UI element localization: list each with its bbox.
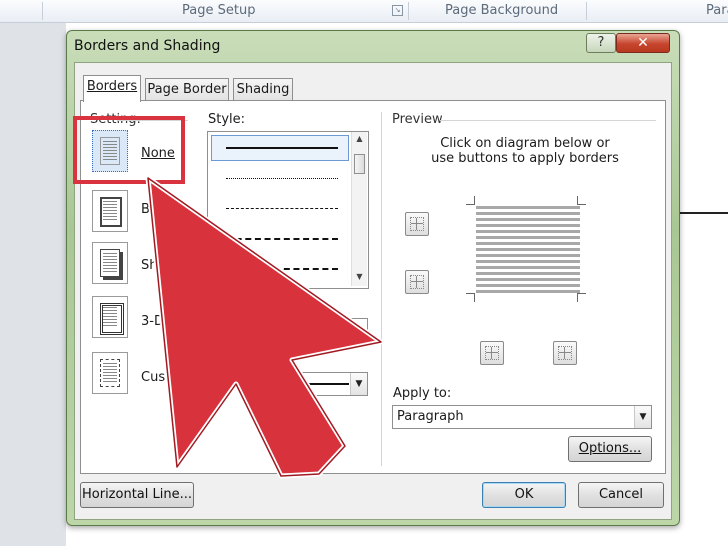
tab-borders-label: Borders [86, 79, 138, 94]
tab-borders[interactable]: Borders [83, 75, 141, 102]
